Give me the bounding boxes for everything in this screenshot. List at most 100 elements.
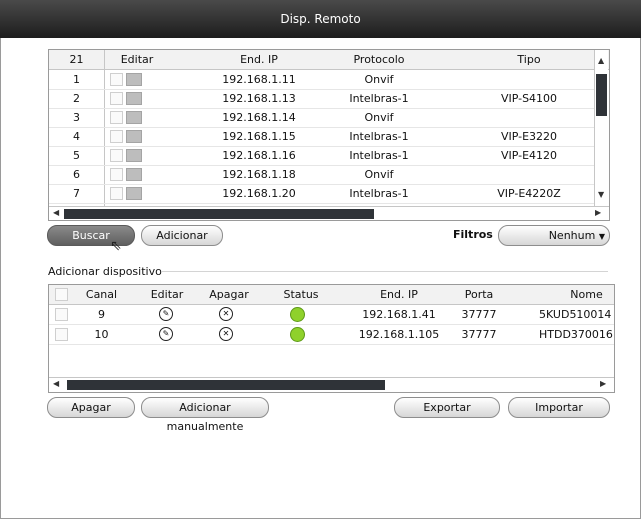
row-type: VIP-E3220 (500, 130, 558, 143)
row-checkbox[interactable] (110, 187, 123, 200)
edit-icon[interactable] (126, 130, 142, 143)
delete-button[interactable]: Apagar (47, 397, 135, 418)
col-protocolo[interactable]: Protocolo (319, 53, 439, 66)
horizontal-scrollbar[interactable]: ◀ ▶ (49, 377, 614, 391)
row-protocol: Intelbras-1 (349, 130, 409, 143)
row-number: 3 (73, 111, 80, 124)
table-row[interactable]: 2 192.168.1.13 Intelbras-1 VIP-S4100 (49, 89, 595, 109)
col-canal[interactable]: Canal (79, 288, 124, 301)
status-online-icon (290, 307, 305, 322)
table-row[interactable]: 6 192.168.1.18 Onvif (49, 165, 595, 185)
row-number: 5 (73, 149, 80, 162)
horizontal-scroll-thumb[interactable] (67, 380, 385, 390)
import-button[interactable]: Importar (508, 397, 610, 418)
row-ip: 192.168.1.18 (222, 168, 296, 181)
row-canal: 10 (94, 328, 109, 341)
filter-dropdown[interactable]: Nenhum ▼ (498, 225, 610, 246)
row-type: VIP-E4220Z (497, 187, 561, 200)
search-button[interactable]: Buscar (47, 225, 135, 246)
row-checkbox[interactable] (110, 168, 123, 181)
table-row[interactable]: 9 ✎ ✕ 192.168.1.41 37777 5KUD510014 (49, 305, 614, 325)
edit-icon[interactable]: ✎ (159, 307, 173, 321)
row-checkbox[interactable] (110, 111, 123, 124)
row-number: 1 (73, 73, 80, 86)
row-port: 37777 (461, 328, 497, 341)
col-tipo[interactable]: Tipo (469, 53, 589, 66)
edit-icon[interactable] (126, 168, 142, 181)
table-row[interactable]: 1 192.168.1.11 Onvif (49, 70, 595, 90)
row-number: 6 (73, 168, 80, 181)
row-type: VIP-E4120 (500, 149, 558, 162)
add-manual-button[interactable]: Adicionar manualmente (141, 397, 269, 433)
add-button[interactable]: Adicionar (141, 225, 223, 246)
row-checkbox[interactable] (110, 92, 123, 105)
scroll-right-icon[interactable]: ▶ (595, 208, 601, 217)
edit-icon[interactable] (126, 92, 142, 105)
status-online-icon (290, 327, 305, 342)
edit-icon[interactable] (126, 73, 142, 86)
col-editar[interactable]: Editar (107, 53, 167, 66)
table-row[interactable]: 10 ✎ ✕ 192.168.1.105 37777 HTDD370016 (49, 325, 614, 345)
table-row[interactable]: 7 192.168.1.20 Intelbras-1 VIP-E4220Z (49, 184, 595, 204)
row-number: 7 (73, 187, 80, 200)
row-ip: 192.168.1.13 (222, 92, 296, 105)
row-checkbox[interactable] (110, 130, 123, 143)
edit-icon[interactable] (126, 187, 142, 200)
section-divider (161, 271, 608, 272)
table-row[interactable]: 4 192.168.1.15 Intelbras-1 VIP-E3220 (49, 127, 595, 147)
filter-value: Nenhum (548, 229, 596, 242)
row-ip: 192.168.1.11 (222, 73, 296, 86)
chevron-down-icon: ▼ (598, 232, 605, 241)
cursor-icon: ⇖ (110, 238, 122, 254)
row-name: HTDD370016 (539, 328, 613, 341)
row-ip: 192.168.1.16 (222, 149, 296, 162)
scroll-down-icon[interactable]: ▼ (598, 190, 604, 199)
window-title: Disp. Remoto (0, 0, 641, 38)
col-end-ip[interactable]: End. IP (349, 288, 449, 301)
delete-icon[interactable]: ✕ (219, 327, 233, 341)
col-nome[interactable]: Nome (549, 288, 614, 301)
edit-icon[interactable] (126, 149, 142, 162)
scroll-left-icon[interactable]: ◀ (53, 208, 59, 217)
row-protocol: Intelbras-1 (349, 149, 409, 162)
count-header: 21 (69, 53, 84, 66)
table-row[interactable]: 5 192.168.1.16 Intelbras-1 VIP-E4120 (49, 146, 595, 166)
table-header: Canal Editar Apagar Status End. IP Porta… (49, 285, 614, 305)
row-ip: 192.168.1.105 (358, 328, 440, 341)
row-ip: 192.168.1.20 (222, 187, 296, 200)
row-port: 37777 (461, 308, 497, 321)
delete-icon[interactable]: ✕ (219, 307, 233, 321)
vertical-scrollbar[interactable]: ▲ ▼ (594, 50, 608, 206)
vertical-scroll-thumb[interactable] (596, 74, 607, 116)
remote-device-table: 21 Editar End. IP Protocolo Tipo 1 192.16… (48, 49, 610, 221)
col-status[interactable]: Status (271, 288, 331, 301)
added-device-table: Canal Editar Apagar Status End. IP Porta… (48, 284, 615, 393)
horizontal-scrollbar[interactable]: ◀ ▶ (49, 206, 609, 220)
table-header: 21 Editar End. IP Protocolo Tipo (49, 50, 609, 70)
row-protocol: Onvif (364, 168, 394, 181)
col-apagar[interactable]: Apagar (199, 288, 259, 301)
filters-label: Filtros (453, 228, 493, 241)
row-number: 2 (73, 92, 80, 105)
row-ip: 192.168.1.14 (222, 111, 296, 124)
row-protocol: Onvif (364, 73, 394, 86)
row-protocol: Intelbras-1 (349, 187, 409, 200)
scroll-up-icon[interactable]: ▲ (598, 56, 604, 65)
row-protocol: Onvif (364, 111, 394, 124)
row-checkbox[interactable] (110, 149, 123, 162)
edit-icon[interactable]: ✎ (159, 327, 173, 341)
row-type: VIP-S4100 (500, 92, 558, 105)
row-checkbox[interactable] (55, 328, 68, 341)
col-porta[interactable]: Porta (454, 288, 504, 301)
row-checkbox[interactable] (55, 308, 68, 321)
scroll-left-icon[interactable]: ◀ (53, 379, 59, 388)
table-row[interactable]: 3 192.168.1.14 Onvif (49, 108, 595, 128)
select-all-checkbox[interactable] (55, 288, 68, 301)
row-checkbox[interactable] (110, 73, 123, 86)
scroll-right-icon[interactable]: ▶ (600, 379, 606, 388)
edit-icon[interactable] (126, 111, 142, 124)
col-end-ip[interactable]: End. IP (194, 53, 324, 66)
horizontal-scroll-thumb[interactable] (64, 209, 374, 219)
col-editar[interactable]: Editar (142, 288, 192, 301)
export-button[interactable]: Exportar (394, 397, 500, 418)
